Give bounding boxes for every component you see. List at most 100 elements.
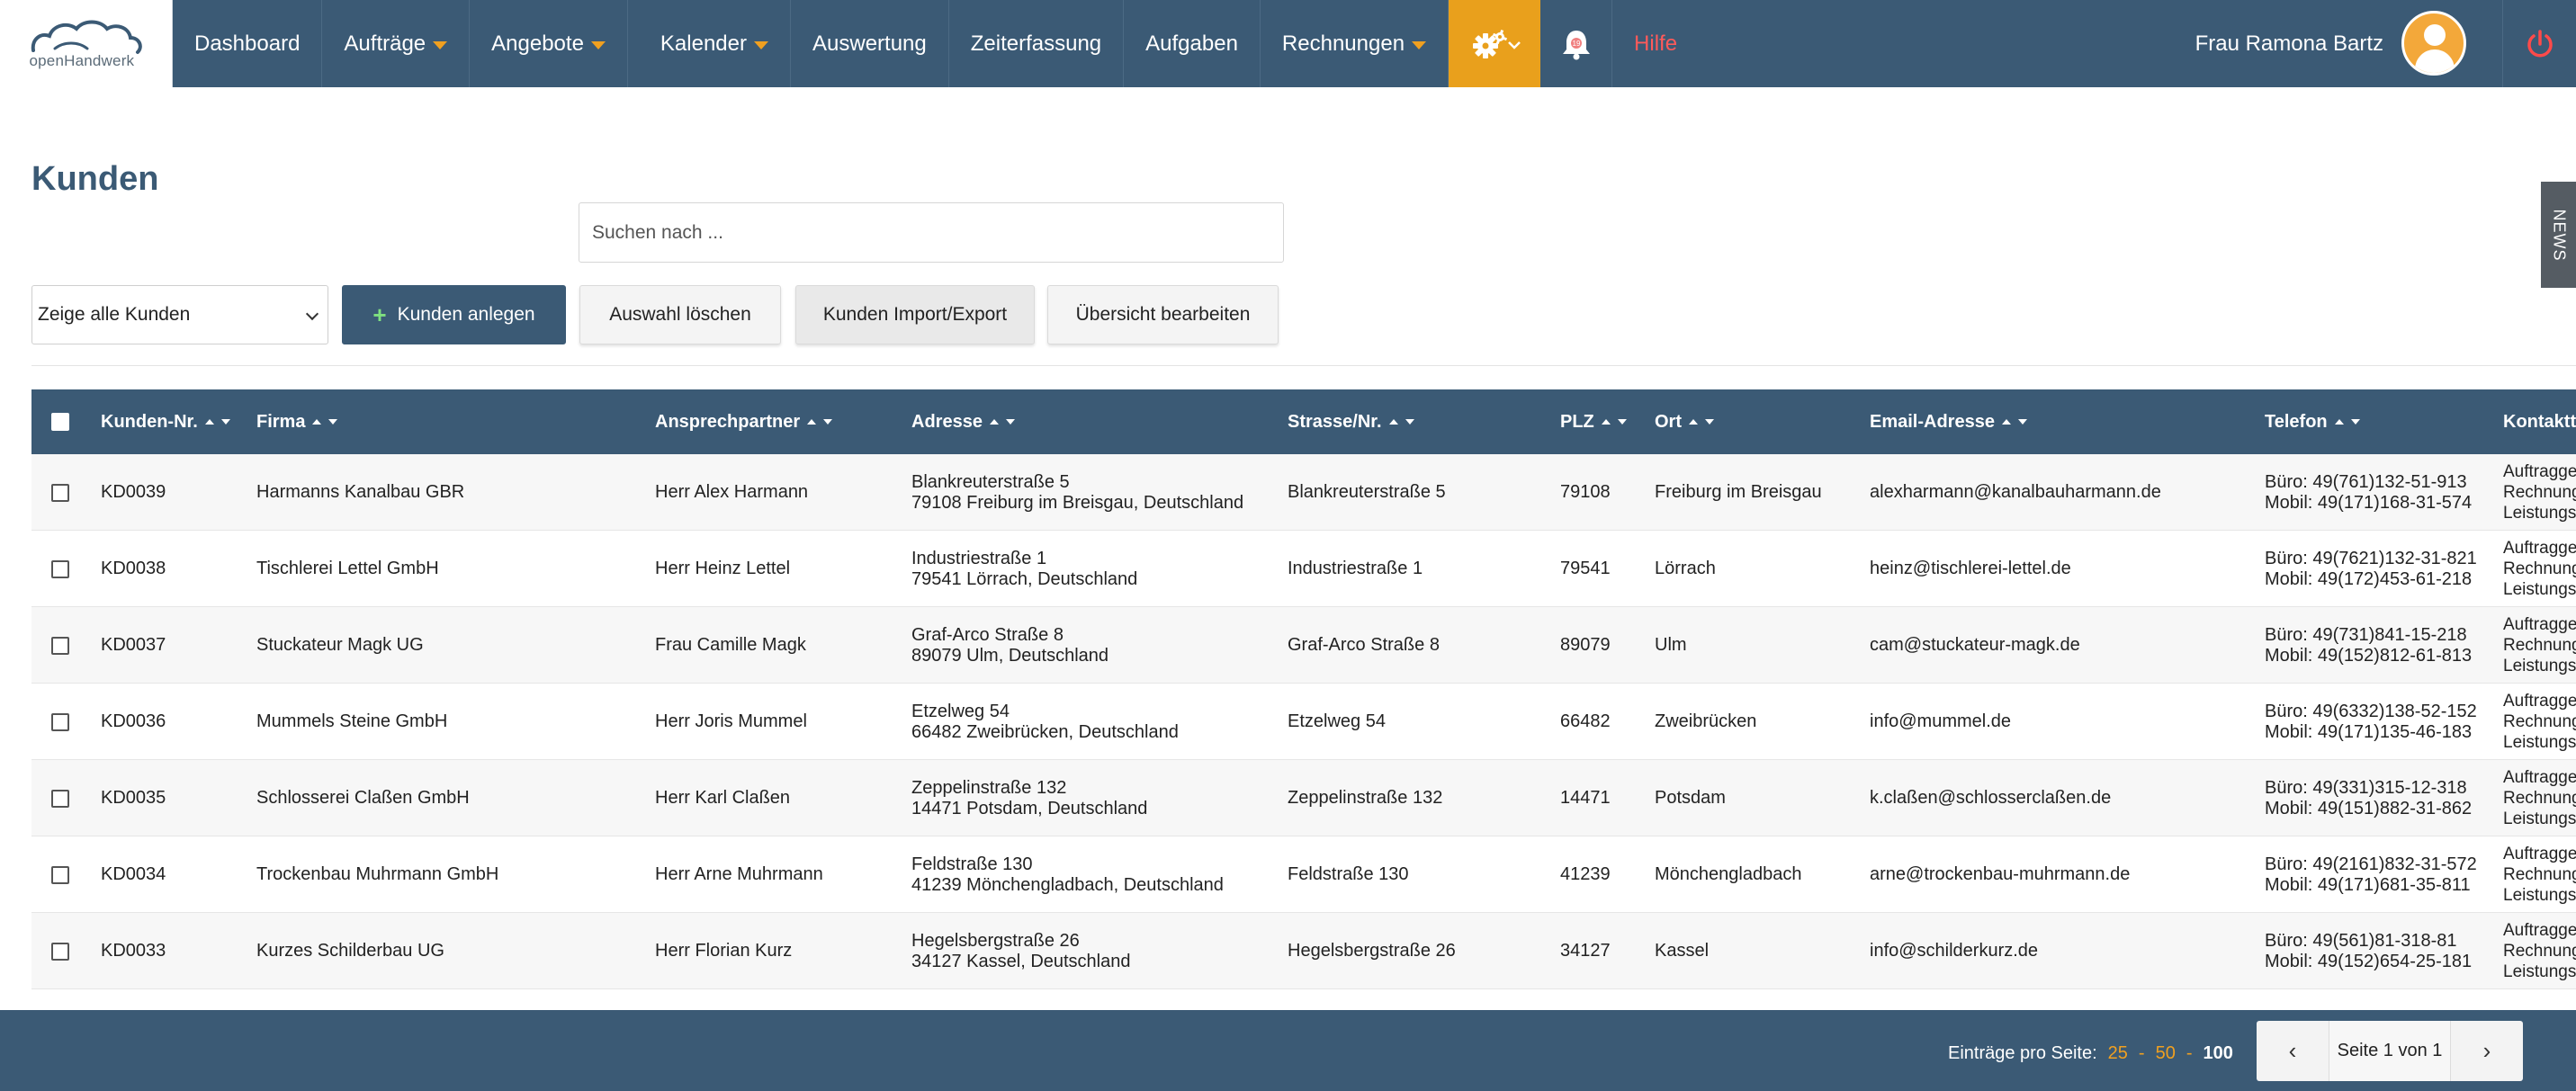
cell-adresse-line: Zeppelinstraße 132 — [911, 777, 1067, 798]
nav-auswertung[interactable]: Auswertung — [791, 0, 949, 87]
sort-icon[interactable] — [807, 419, 833, 425]
filter-selected-value: Zeige alle Kunden — [38, 304, 191, 325]
header-ort[interactable]: Ort — [1655, 389, 1714, 454]
nav-angebote[interactable]: Angebote — [470, 0, 628, 87]
row-checkbox[interactable] — [51, 942, 69, 961]
row-checkbox[interactable] — [51, 559, 69, 578]
row-checkbox[interactable] — [51, 789, 69, 808]
sort-icon[interactable] — [204, 419, 230, 425]
cell-kontakt-line: Auftragge — [2503, 768, 2576, 787]
header-telefon[interactable]: Telefon — [2265, 389, 2360, 454]
nav-rechnungen[interactable]: Rechnungen — [1261, 0, 1450, 87]
sort-icon[interactable] — [312, 419, 338, 425]
cell-email: cam@stuckateur-magk.de — [1870, 635, 2080, 655]
row-checkbox[interactable] — [51, 712, 69, 731]
row-checkbox[interactable] — [51, 483, 69, 502]
cell-adresse: Graf-Arco Straße 8 89079 Ulm, Deutschland — [911, 607, 1108, 684]
table-header: Kunden-Nr. Firma Ansprechpartner Adresse… — [31, 389, 2576, 454]
cell-adresse: Etzelweg 54 66482 Zweibrücken, Deutschlan… — [911, 684, 1179, 760]
cell-kontakt: Auftragge Rechnung Leistungs — [2503, 531, 2576, 607]
sort-icon[interactable] — [1388, 419, 1414, 425]
nav-help[interactable]: Hilfe — [1612, 0, 1699, 87]
table-row[interactable]: KD0035 Schlosserei Claßen GmbH Herr Karl C… — [31, 760, 2576, 836]
customer-filter-select[interactable]: Zeige alle Kunden — [31, 285, 328, 344]
cell-kontakt-line: Rechnung — [2503, 559, 2576, 578]
import-export-button[interactable]: Kunden Import/Export — [795, 285, 1035, 344]
news-tab[interactable]: NEWS — [2541, 182, 2576, 288]
header-kunden-nr[interactable]: Kunden-Nr. — [101, 389, 230, 454]
cell-strasse: Blankreuterstraße 5 — [1288, 482, 1446, 502]
header-strasse[interactable]: Strasse/Nr. — [1288, 389, 1414, 454]
user-name[interactable]: Frau Ramona Bartz — [2195, 0, 2401, 87]
sort-icon[interactable] — [1601, 419, 1627, 425]
next-page-button[interactable]: › — [2451, 1021, 2523, 1081]
bell-count: 19 — [1572, 40, 1580, 48]
prev-page-button[interactable]: ‹ — [2257, 1021, 2329, 1081]
per-page-option-25[interactable]: 25 — [2108, 1043, 2128, 1064]
nav-zeiterfassung[interactable]: Zeiterfassung — [949, 0, 1125, 87]
header-adresse[interactable]: Adresse — [911, 389, 1015, 454]
plus-icon: + — [372, 300, 387, 328]
table-row[interactable]: KD0039 Harmanns Kanalbau GBR Herr Alex Har… — [31, 454, 2576, 531]
nav-dashboard[interactable]: Dashboard — [173, 0, 323, 87]
add-customer-label: Kunden anlegen — [397, 304, 535, 325]
cell-adresse-line: 79541 Lörrach, Deutschland — [911, 568, 1138, 589]
table-row[interactable]: KD0037 Stuckateur Magk UG Frau Camille Mag… — [31, 607, 2576, 684]
logout-button[interactable] — [2502, 0, 2576, 87]
edit-overview-button[interactable]: Übersicht bearbeiten — [1047, 285, 1279, 344]
row-checkbox-cell — [51, 913, 69, 989]
header-ansprechpartner[interactable]: Ansprechpartner — [655, 389, 833, 454]
cell-strasse: Feldstraße 130 — [1288, 864, 1409, 884]
cell-email: heinz@tischlerei-lettel.de — [1870, 559, 2071, 578]
cell-kontakt-line: Rechnung — [2503, 483, 2576, 502]
table-row[interactable]: KD0038 Tischlerei Lettel GmbH Herr Heinz L… — [31, 531, 2576, 607]
row-checkbox-cell — [51, 607, 69, 684]
cell-strasse: Hegelsbergstraße 26 — [1288, 941, 1456, 961]
nav-kalender[interactable]: Kalender — [628, 0, 791, 87]
table-row[interactable]: KD0033 Kurzes Schilderbau UG Herr Florian … — [31, 913, 2576, 989]
sort-icon[interactable] — [2001, 419, 2027, 425]
sort-icon[interactable] — [989, 419, 1015, 425]
per-page-option-50[interactable]: 50 — [2156, 1043, 2176, 1064]
notifications-bell[interactable]: 19 — [1540, 0, 1613, 87]
avatar[interactable] — [2401, 11, 2466, 76]
cell-telefon-line: Mobil: 49(172)453-61-218 — [2265, 568, 2473, 589]
header-email[interactable]: Email-Adresse — [1870, 389, 2027, 454]
nav-aufgaben[interactable]: Aufgaben — [1124, 0, 1261, 87]
logo[interactable]: openHandwerk — [0, 0, 173, 87]
nav-auftraege[interactable]: Aufträge — [322, 0, 471, 87]
nav-zeiterfassung-label: Zeiterfassung — [970, 31, 1102, 56]
row-checkbox[interactable] — [51, 636, 69, 655]
edit-overview-label: Übersicht bearbeiten — [1075, 304, 1251, 325]
nav-auswertung-label: Auswertung — [812, 31, 927, 56]
sort-icon[interactable] — [2334, 419, 2360, 425]
cell-adresse-line: Blankreuterstraße 5 — [911, 471, 1070, 492]
settings-menu[interactable] — [1449, 0, 1541, 87]
cell-adresse-line: 79108 Freiburg im Breisgau, Deutschland — [911, 492, 1244, 513]
table-row[interactable]: KD0036 Mummels Steine GmbH Herr Joris Mumm… — [31, 684, 2576, 760]
cell-ort: Freiburg im Breisgau — [1655, 482, 1822, 502]
table-row[interactable]: KD0034 Trockenbau Muhrmann GmbH Herr Arne … — [31, 836, 2576, 913]
cell-nr: KD0038 — [101, 559, 166, 578]
cell-strasse: Graf-Arco Straße 8 — [1288, 635, 1440, 655]
cell-adresse: Industriestraße 1 79541 Lörrach, Deutschl… — [911, 531, 1137, 607]
search-input[interactable] — [579, 202, 1284, 263]
caret-down-icon — [1412, 40, 1427, 49]
cell-telefon-line: Büro: 49(731)841-15-218 — [2265, 624, 2467, 645]
header-plz-label: PLZ — [1560, 411, 1594, 432]
chevron-right-icon: › — [2482, 1037, 2491, 1064]
per-page-option-100[interactable]: 100 — [2204, 1043, 2233, 1064]
select-all-checkbox[interactable] — [51, 413, 69, 431]
cell-plz: 66482 — [1560, 711, 1611, 731]
add-customer-button[interactable]: + Kunden anlegen — [342, 285, 566, 344]
chevron-left-icon: ‹ — [2288, 1037, 2297, 1064]
logo-mark: openHandwerk — [28, 16, 145, 72]
clear-selection-button[interactable]: Auswahl löschen — [579, 285, 781, 344]
header-plz[interactable]: PLZ — [1560, 389, 1627, 454]
cell-ort: Ulm — [1655, 635, 1687, 655]
row-checkbox[interactable] — [51, 865, 69, 884]
header-firma[interactable]: Firma — [256, 389, 338, 454]
cell-kontakt-line: Leistungs — [2503, 580, 2576, 599]
sort-icon[interactable] — [1689, 419, 1714, 425]
header-kontakt[interactable]: Kontaktt — [2503, 389, 2576, 454]
